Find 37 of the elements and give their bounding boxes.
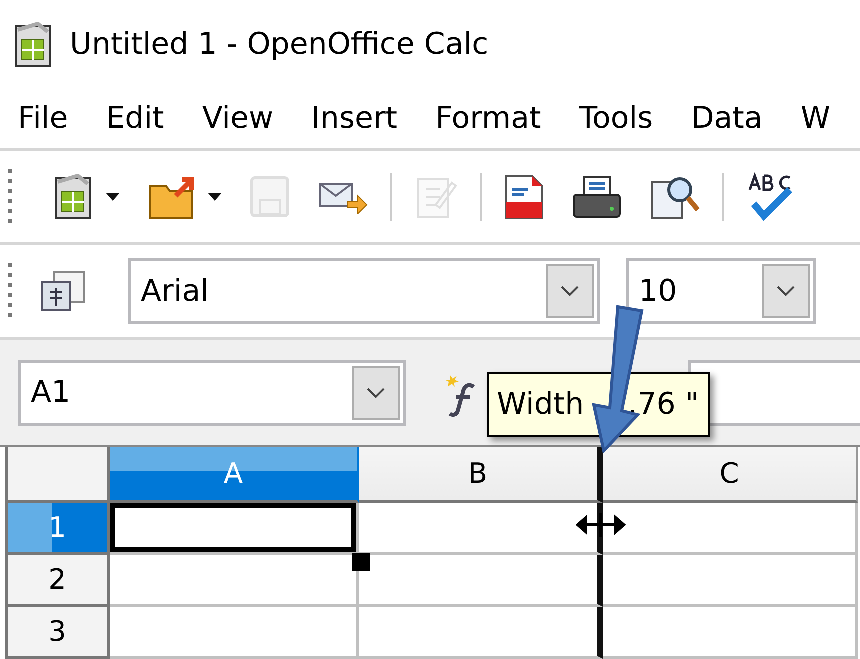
pdf-button[interactable] <box>504 174 544 220</box>
print-button[interactable] <box>572 174 622 219</box>
name-box[interactable]: A1 <box>18 360 406 426</box>
row-header[interactable]: 1 <box>8 503 110 556</box>
column-header[interactable]: A <box>110 447 359 504</box>
menu-item[interactable]: View <box>202 101 274 136</box>
menu-item[interactable]: Format <box>436 101 542 136</box>
select-all-corner[interactable] <box>8 447 110 504</box>
cell[interactable] <box>359 555 603 608</box>
tooltip-text: Width <box>497 387 584 422</box>
font-size-field[interactable]: 10 <box>626 258 816 324</box>
resize-cursor-icon <box>576 513 626 537</box>
cell[interactable] <box>359 503 603 556</box>
menu-item[interactable]: Edit <box>106 101 164 136</box>
menu-item[interactable]: Tools <box>579 101 654 136</box>
row-header[interactable]: 3 <box>8 607 110 659</box>
fill-handle-icon <box>352 553 370 571</box>
chevron-icon <box>561 286 579 296</box>
active-cell[interactable] <box>110 503 359 556</box>
font-name-field[interactable]: Arial <box>128 258 600 324</box>
menu-item[interactable]: W <box>800 101 830 136</box>
cell[interactable] <box>359 607 603 659</box>
new-button[interactable] <box>52 174 120 220</box>
window-title: Untitled 1 - OpenOffice Calc <box>70 27 489 62</box>
pdf-document-icon <box>504 174 544 220</box>
chevron-icon <box>367 388 385 398</box>
column-header[interactable]: C <box>603 447 858 504</box>
menu-item[interactable]: Data <box>691 101 763 136</box>
caret-icon[interactable] <box>208 192 222 201</box>
row-header[interactable]: 2 <box>8 555 110 608</box>
menu-item[interactable]: File <box>18 101 68 136</box>
chevron-icon <box>777 286 795 296</box>
caret-icon[interactable] <box>106 192 120 201</box>
menu-item[interactable]: Insert <box>312 101 398 136</box>
column-header[interactable]: B <box>359 447 603 504</box>
tooltip-text: .76 " <box>628 387 700 422</box>
printer-icon <box>572 174 622 219</box>
